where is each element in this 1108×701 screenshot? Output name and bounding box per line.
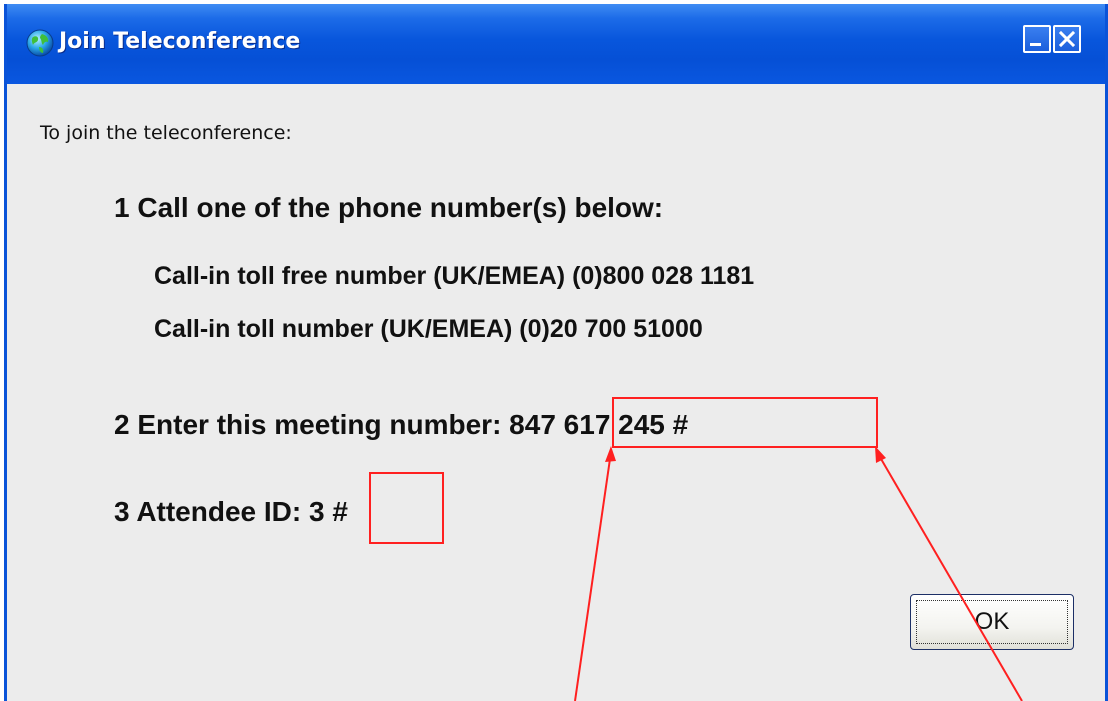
window-title: Join Teleconference xyxy=(59,29,301,54)
globe-icon xyxy=(26,29,54,57)
step-1-heading: 1 Call one of the phone number(s) below: xyxy=(114,192,664,223)
ok-button[interactable]: OK xyxy=(910,594,1074,650)
dialog-window: Join Teleconference To join the teleconf… xyxy=(4,4,1108,701)
title-bar[interactable]: Join Teleconference xyxy=(7,4,1105,84)
minimize-icon xyxy=(1030,43,1041,46)
attendee-id-highlight xyxy=(369,472,444,544)
meeting-number-label: 2 Enter this meeting number: xyxy=(114,409,510,440)
step-3-row: 3 Attendee ID: 3 # xyxy=(114,496,348,528)
minimize-button[interactable] xyxy=(1023,25,1051,53)
dialog-content: To join the teleconference: 1 Call one o… xyxy=(7,84,1105,701)
phone-number-toll: Call-in toll number (UK/EMEA) (0)20 700 … xyxy=(154,315,703,343)
close-icon xyxy=(1058,30,1076,48)
ok-button-label: OK xyxy=(916,600,1068,644)
attendee-id-label: 3 Attendee ID: xyxy=(114,496,309,527)
attendee-id-value: 3 # xyxy=(309,496,348,527)
step-2-row: 2 Enter this meeting number: 847 617 245… xyxy=(114,409,688,441)
meeting-number-highlight xyxy=(612,397,878,448)
intro-text: To join the teleconference: xyxy=(40,122,292,144)
close-button[interactable] xyxy=(1053,25,1081,53)
phone-number-toll-free: Call-in toll free number (UK/EMEA) (0)80… xyxy=(154,262,755,290)
